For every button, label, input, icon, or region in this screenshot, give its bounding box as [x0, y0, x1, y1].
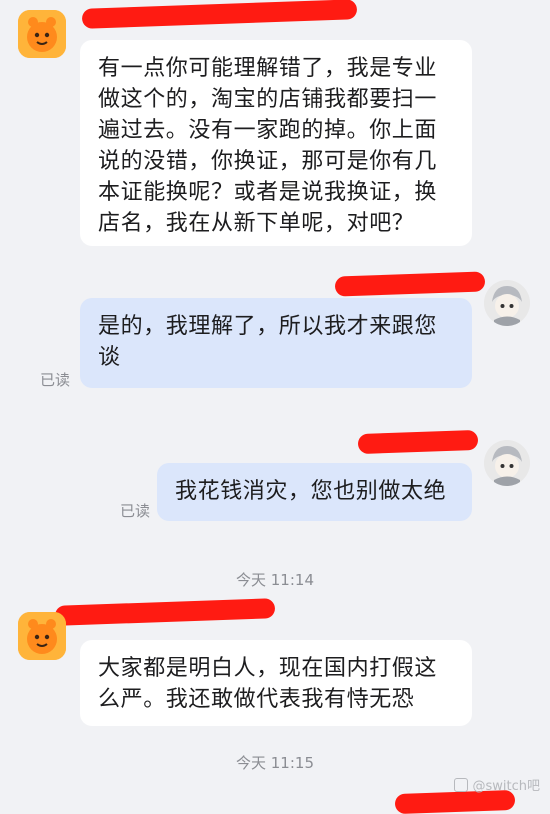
- timestamp: 今天 11:14: [236, 571, 314, 589]
- redacted-name: [81, 0, 358, 29]
- message-bubble-outgoing[interactable]: 我花钱消灾，您也别做太绝: [157, 463, 472, 521]
- timestamp: 今天 11:15: [236, 754, 314, 772]
- message-text: 是的，我理解了，所以我才来跟您谈: [98, 314, 438, 370]
- my-avatar[interactable]: [484, 440, 530, 486]
- message-text: 我花钱消灾，您也别做太绝: [175, 479, 447, 504]
- read-receipt: 已读: [40, 371, 71, 389]
- message-bubble-incoming[interactable]: 有一点你可能理解错了，我是专业做这个的，淘宝的店铺我都要扫一遍过去。没有一家跑的…: [80, 40, 472, 246]
- watermark: @switch吧: [454, 775, 540, 794]
- message-bubble-incoming[interactable]: 大家都是明白人，现在国内打假这么严。我还敢做代表我有恃无恐: [80, 640, 472, 726]
- mascot-avatar-icon: [18, 612, 66, 660]
- message-text: 有一点你可能理解错了，我是专业做这个的，淘宝的店铺我都要扫一遍过去。没有一家跑的…: [98, 56, 438, 236]
- cartoon-avatar-icon: [484, 440, 530, 486]
- redacted-name: [54, 598, 276, 626]
- redacted-name: [334, 271, 486, 297]
- watermark-logo-icon: [454, 777, 469, 792]
- contact-avatar[interactable]: [18, 10, 66, 58]
- redacted-name: [357, 429, 479, 455]
- message-text: 大家都是明白人，现在国内打假这么严。我还敢做代表我有恃无恐: [98, 656, 438, 712]
- cartoon-avatar-icon: [484, 280, 530, 326]
- mascot-avatar-icon: [18, 10, 66, 58]
- watermark-text: @switch吧: [472, 779, 540, 794]
- read-receipt: 已读: [120, 502, 151, 520]
- message-bubble-outgoing[interactable]: 是的，我理解了，所以我才来跟您谈: [80, 298, 472, 388]
- my-avatar[interactable]: [484, 280, 530, 326]
- contact-avatar[interactable]: [18, 612, 66, 660]
